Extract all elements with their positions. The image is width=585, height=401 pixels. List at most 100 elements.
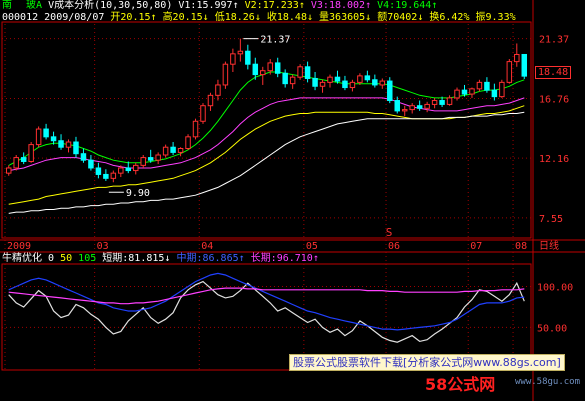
candle-body <box>237 50 244 55</box>
last-price-tag: 18.48 <box>535 66 572 79</box>
candle-body <box>454 89 460 99</box>
osc-mid: 中期:86.865↑ <box>176 253 245 264</box>
ad-banner[interactable]: 股票公式股票软件下载[分析家公式网www.88gs.com] <box>289 354 565 371</box>
price-axis-label: 16.76 <box>539 94 569 105</box>
quote-date: 2009/08/07 <box>44 12 105 23</box>
candle-body <box>289 76 296 85</box>
candle-body <box>424 103 430 109</box>
candle-body <box>521 53 528 77</box>
candle-body <box>469 88 475 95</box>
candle-body <box>334 76 341 82</box>
candle-body <box>13 157 19 169</box>
price-axis-label: 7.55 <box>539 214 563 225</box>
turnover-value: 换6.42% <box>429 12 470 23</box>
stock-code: 000012 <box>2 12 39 23</box>
candle-body <box>319 81 326 87</box>
candle-body <box>177 148 184 153</box>
watermark-url: www.58gu.com <box>515 377 581 387</box>
amount-value: 额70402↓ <box>377 12 424 23</box>
candle-body <box>50 136 57 142</box>
candle-body <box>304 66 311 79</box>
v1-value: V1:15.997↑ <box>178 0 239 11</box>
candle-body <box>499 81 505 98</box>
candle-body <box>514 53 520 63</box>
price-axis-label: 21.37 <box>539 35 569 46</box>
date-axis-label: 08 <box>515 241 527 252</box>
candle-body <box>461 89 468 95</box>
candle-body <box>245 50 251 65</box>
header-row1: 南 玻A V成本分析(10,30,50,80) V1:15.997↑ V2:17.… <box>2 0 437 12</box>
candle-body <box>207 94 214 107</box>
candle-body <box>379 80 386 86</box>
date-axis-label: 05 <box>306 241 318 252</box>
osc-axis-label: 100.00 <box>537 282 573 293</box>
amplitude-value: 振9.33% <box>475 12 516 23</box>
candle-body <box>312 77 318 87</box>
candle-body <box>35 128 42 146</box>
volume-value: 量363605↓ <box>319 12 372 23</box>
date-axis-label: 04 <box>201 241 213 252</box>
osc-short: 短期:81.815↓ <box>102 253 171 264</box>
candle-body <box>103 173 109 179</box>
trough-label: 9.90 <box>126 188 150 199</box>
candle-body <box>185 136 191 150</box>
osc-line-long <box>8 287 525 305</box>
candle-body <box>274 62 281 74</box>
candle-body <box>297 66 303 78</box>
candle-body <box>58 140 64 148</box>
candle-body <box>342 80 348 89</box>
candle-body <box>364 75 371 81</box>
candle-body <box>125 167 132 172</box>
candle-body <box>95 167 102 175</box>
peak-label: 21.37 <box>260 35 290 46</box>
date-axis-label: 06 <box>388 241 400 252</box>
candle-body <box>282 72 288 85</box>
candle-body <box>222 63 229 86</box>
candle-body <box>192 120 199 138</box>
osc-name[interactable]: 牛精优化 <box>2 253 42 264</box>
candle-body <box>200 105 206 122</box>
candle-body <box>43 128 49 138</box>
date-axis-label: 07 <box>470 241 482 252</box>
osc-long: 长期:96.710↑ <box>250 253 319 264</box>
candle-body <box>491 89 498 98</box>
candle-body <box>162 146 169 156</box>
v3-value: V3:18.002↑ <box>310 0 372 11</box>
candle-body <box>349 81 356 89</box>
candle-body <box>73 141 79 155</box>
date-axis-label: 03 <box>97 241 109 252</box>
candle-body <box>170 146 176 153</box>
candle-body <box>409 105 415 111</box>
chart-canvas[interactable]: 21.37 18.48 16.76 12.16 7.55 100.00 50.00 2009 0… <box>0 0 585 401</box>
osc-header: 牛精优化 0 50 105 短期:81.815↓ 中期:86.865↑ 长期:9… <box>2 253 319 265</box>
stock-suffix[interactable]: 玻A <box>26 0 42 11</box>
candle-body <box>147 157 154 161</box>
candle-body <box>230 53 236 65</box>
price-panel-frame <box>1 21 532 239</box>
candle-body <box>252 63 259 76</box>
candle-body <box>431 100 438 105</box>
signal-marker: S <box>386 226 393 239</box>
candle-body <box>118 167 124 174</box>
indicator-name[interactable]: V成本分析(10,30,50,80) <box>48 0 172 11</box>
high-value: 高20.15↓ <box>162 12 209 23</box>
v4-value: V4:19.644↑ <box>377 0 438 11</box>
candle-body <box>416 105 423 109</box>
osc-axis-label: 50.00 <box>537 323 567 334</box>
period-label[interactable]: 日线 <box>539 242 559 252</box>
stock-name[interactable]: 南 <box>2 0 12 11</box>
candle-body <box>267 62 273 72</box>
candle-body <box>394 100 400 112</box>
candle-body <box>140 157 146 166</box>
candle-body <box>476 81 483 90</box>
stock-chart-window: 21.37 18.48 16.76 12.16 7.55 100.00 50.00 2009 0… <box>0 0 585 401</box>
candle-body <box>133 164 139 172</box>
candle-body <box>327 76 333 83</box>
date-axis-label: 2009 <box>7 241 31 252</box>
osc-level-0: 0 <box>48 253 55 264</box>
candle-body <box>5 167 12 174</box>
watermark-brand: 58公式网 <box>425 375 496 394</box>
candle-body <box>372 79 378 86</box>
osc-level-50: 50 <box>60 253 73 264</box>
candle-body <box>28 144 34 162</box>
